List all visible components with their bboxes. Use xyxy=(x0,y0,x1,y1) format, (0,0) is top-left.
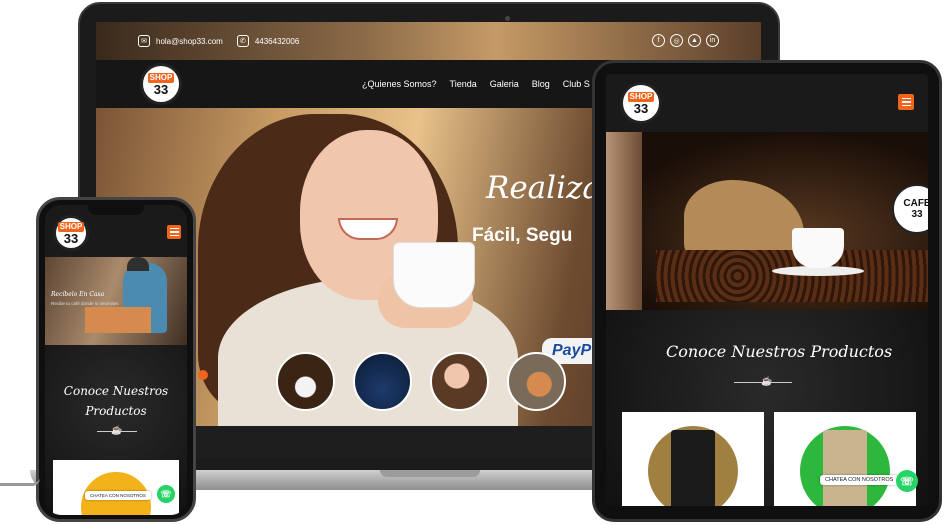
hero-photo-cup xyxy=(393,242,475,308)
slider-thumb-night-city[interactable] xyxy=(353,352,412,411)
products-title: Conoce Nuestros Productos xyxy=(666,342,893,361)
phone-notch xyxy=(88,205,144,215)
chat-label[interactable]: CHATEA CON NOSOTROS xyxy=(820,475,899,485)
hero-cup xyxy=(792,228,844,268)
product-bag-image xyxy=(671,430,715,506)
product-bag-image xyxy=(823,430,867,506)
logo-text-33: 33 xyxy=(63,230,79,246)
contact-topbar: ✉ hola@shop33.com ✆ 4436432006 f ◎ ▲ in xyxy=(96,22,761,60)
nav-menu: ¿Quienes Somos? Tienda Galeria Blog Club… xyxy=(362,79,590,89)
hero-wood-panel xyxy=(606,132,642,310)
laptop-hinge-notch xyxy=(380,470,480,477)
product-card[interactable] xyxy=(622,412,764,506)
phone-icon: ✆ xyxy=(236,35,249,47)
logo-text-shop: SHOP xyxy=(147,72,175,83)
product-card[interactable] xyxy=(774,412,916,506)
phone-screen: SHOP 33 Recíbelo En Casa Recibe tu café … xyxy=(45,205,187,515)
coffee-cup-icon: ☕ xyxy=(111,425,123,435)
logo-text-33: 33 xyxy=(633,100,649,116)
hero-text: Recíbelo En Casa xyxy=(51,291,105,298)
badge-text-cafe: CAFE xyxy=(903,198,928,209)
hero-delivery-box xyxy=(85,307,151,333)
contact-email[interactable]: hola@shop33.com xyxy=(156,37,223,46)
charging-cable xyxy=(0,478,40,486)
slider-prev-arrow-icon[interactable] xyxy=(198,370,208,380)
whatsapp-icon[interactable]: ☏ xyxy=(157,485,175,503)
badge-text-33: 33 xyxy=(911,209,923,220)
logo-text-33: 33 xyxy=(153,81,169,97)
nav-item-galeria[interactable]: Galeria xyxy=(490,79,519,89)
slider-thumb-woman[interactable] xyxy=(430,352,489,411)
logo-text-shop: SHOP xyxy=(57,221,85,232)
phone-products-section: Conoce Nuestros Productos ☕ CHATEA CON N… xyxy=(45,345,187,515)
tablet-products-section: Conoce Nuestros Productos ☕ CHATEA CON N… xyxy=(606,310,928,506)
youtube-icon[interactable]: ▲ xyxy=(688,34,701,47)
facebook-icon[interactable]: f xyxy=(652,34,665,47)
tablet-hero-coffee-beans: CAFE 33 xyxy=(606,132,928,310)
hero-delivery-cap xyxy=(127,257,149,271)
phone-hero-delivery: Recíbelo En Casa Recibe tu café donde lo… xyxy=(45,257,187,345)
slider-thumbnails xyxy=(276,352,566,411)
nav-item-tienda[interactable]: Tienda xyxy=(450,79,477,89)
tablet-navbar: SHOP 33 xyxy=(606,74,928,132)
slider-thumb-coffee[interactable] xyxy=(276,352,335,411)
hero-subtext: Recibe tu café donde lo necesites xyxy=(51,301,119,306)
shop33-logo[interactable]: SHOP 33 xyxy=(620,82,662,124)
logo-text-shop: SHOP xyxy=(627,91,655,102)
coffee-cup-icon: ☕ xyxy=(761,376,773,386)
email-icon: ✉ xyxy=(138,35,150,47)
hero-title: Realiza xyxy=(486,170,601,206)
webcam-icon xyxy=(505,16,510,21)
contact-phone[interactable]: 4436432006 xyxy=(255,37,300,46)
products-title-line-1: Conoce Nuestros xyxy=(63,384,169,398)
chat-label[interactable]: CHATEA CON NOSOTROS xyxy=(85,491,151,500)
nav-item-blog[interactable]: Blog xyxy=(532,79,550,89)
linkedin-icon[interactable]: in xyxy=(706,34,719,47)
instagram-icon[interactable]: ◎ xyxy=(670,34,683,47)
whatsapp-icon[interactable]: ☏ xyxy=(896,470,918,492)
nav-item-quienes-somos[interactable]: ¿Quienes Somos? xyxy=(362,79,437,89)
hamburger-menu-icon[interactable] xyxy=(167,225,181,239)
products-title-line-2: Productos xyxy=(85,404,147,418)
cafe33-badge: CAFE 33 xyxy=(892,184,928,234)
hamburger-menu-icon[interactable] xyxy=(898,94,914,110)
shop33-logo[interactable]: SHOP 33 xyxy=(53,215,89,251)
hero-subtitle: Fácil, Segu xyxy=(472,225,573,246)
nav-item-club[interactable]: Club S xyxy=(563,79,590,89)
products-title: Conoce Nuestros Productos xyxy=(45,381,187,421)
device-mockup-stage: ✉ hola@shop33.com ✆ 4436432006 f ◎ ▲ in … xyxy=(0,0,945,525)
shop33-logo[interactable]: SHOP 33 xyxy=(140,63,182,105)
slider-thumb-delivery[interactable] xyxy=(507,352,566,411)
hero-coffee-beans xyxy=(656,250,928,302)
social-links: f ◎ ▲ in xyxy=(652,34,719,47)
tablet-screen: SHOP 33 CAFE 33 Conoce Nuestros Producto… xyxy=(606,74,928,506)
